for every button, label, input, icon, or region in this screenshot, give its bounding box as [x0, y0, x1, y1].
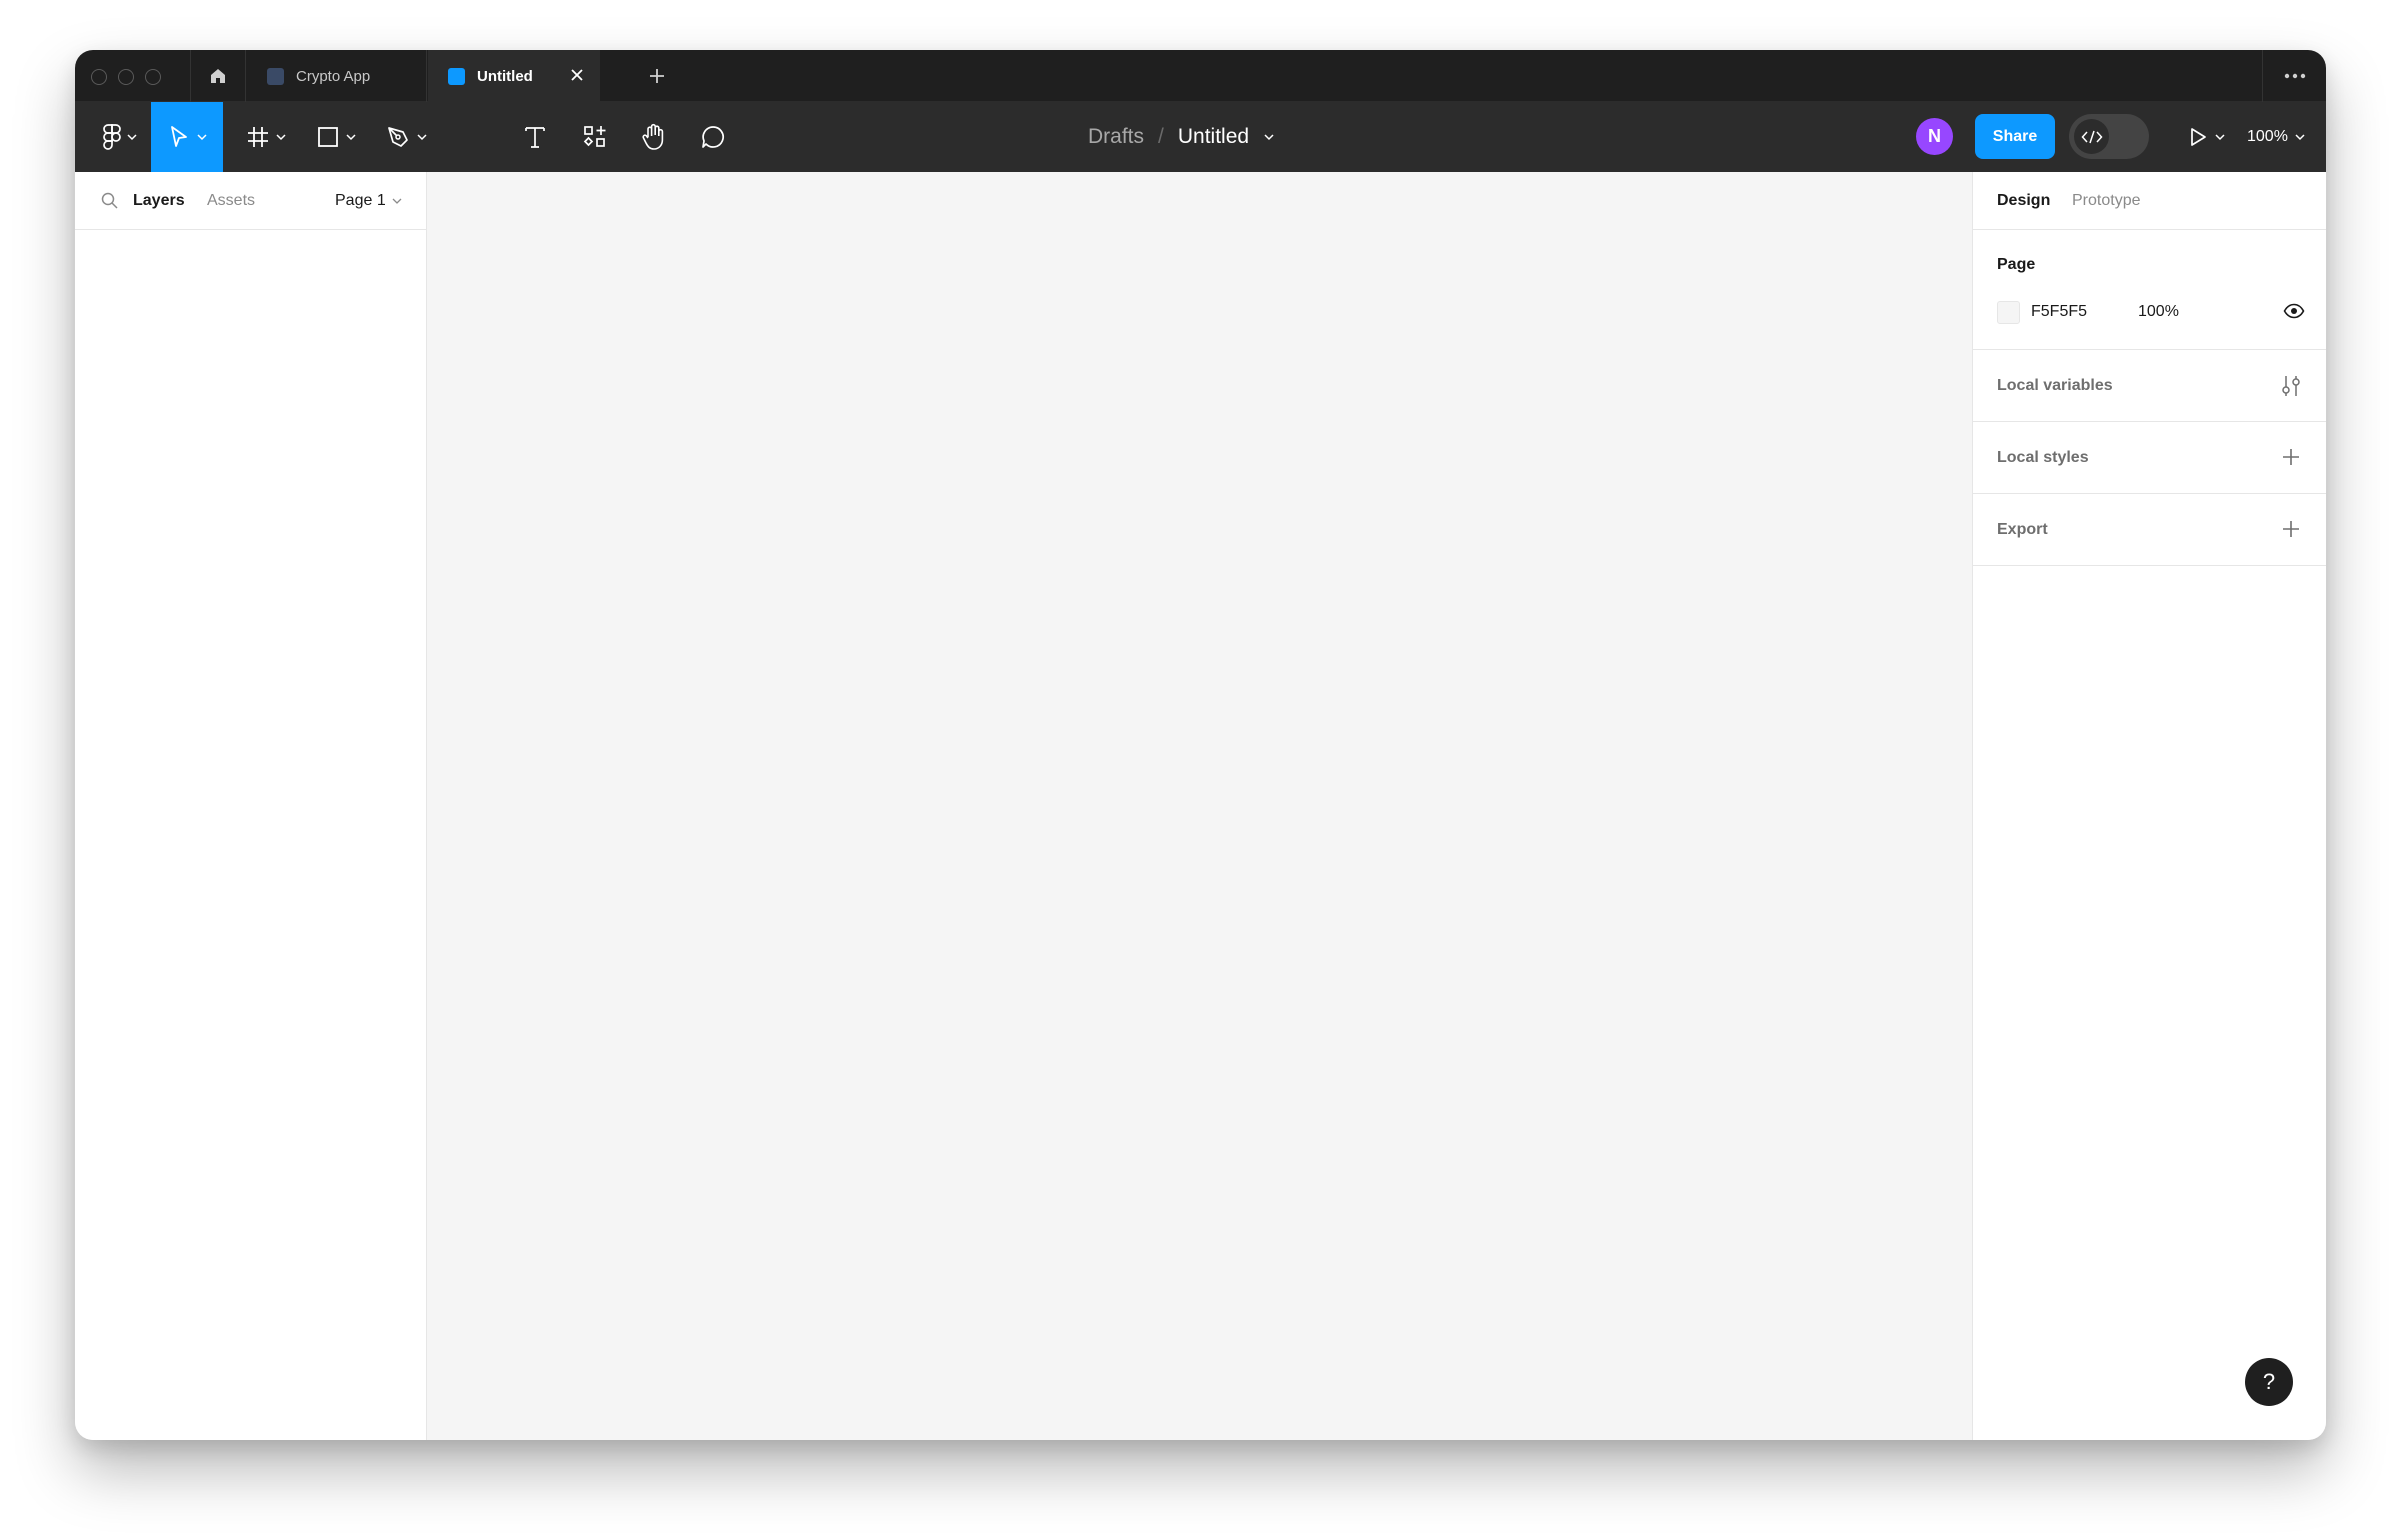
- chevron-down-icon[interactable]: [1263, 133, 1275, 141]
- file-title[interactable]: Untitled: [1178, 125, 1249, 149]
- tab-assets[interactable]: Assets: [207, 192, 255, 210]
- file-icon: [448, 67, 465, 85]
- maximize-window-button[interactable]: [145, 69, 161, 85]
- plus-icon[interactable]: [2280, 518, 2302, 540]
- components-icon: [583, 126, 606, 147]
- design-panel-header: Design Prototype: [1973, 172, 2326, 230]
- comment-icon: [702, 126, 724, 148]
- chevron-down-icon: [346, 134, 356, 141]
- plus-icon[interactable]: [2280, 446, 2302, 468]
- zoom-dropdown[interactable]: 100%: [2247, 102, 2305, 172]
- tab-bar: Crypto App Untitled: [75, 50, 2326, 102]
- main-menu-button[interactable]: [89, 102, 151, 172]
- chevron-down-icon: [417, 134, 427, 141]
- cursor-arrow-icon: [171, 126, 187, 147]
- home-icon: [211, 69, 225, 83]
- more-menu-button[interactable]: [2262, 50, 2326, 102]
- home-button[interactable]: [190, 50, 246, 102]
- canvas[interactable]: [427, 172, 1973, 1440]
- layers-panel-header: Layers Assets Page 1: [75, 172, 426, 230]
- file-icon: [267, 67, 284, 85]
- resources-tool-button[interactable]: [565, 102, 625, 172]
- tab-layers[interactable]: Layers: [133, 192, 185, 210]
- chevron-down-icon: [2215, 134, 2225, 141]
- local-variables-section[interactable]: Local variables: [1973, 350, 2326, 422]
- shape-tool-button[interactable]: [305, 102, 367, 172]
- page-section-title: Page: [1997, 256, 2036, 273]
- move-tool-button[interactable]: [151, 102, 223, 172]
- close-icon[interactable]: [568, 66, 586, 84]
- design-panel: Design Prototype Page F5F5F5 100% Local …: [1972, 172, 2326, 1440]
- share-button[interactable]: Share: [1975, 114, 2055, 159]
- tab-prototype[interactable]: Prototype: [2072, 192, 2140, 210]
- window-controls: [91, 69, 161, 85]
- page-section: Page F5F5F5 100%: [1973, 230, 2326, 350]
- page-selector-label: Page 1: [335, 192, 386, 209]
- text-tool-button[interactable]: [505, 102, 565, 172]
- breadcrumb-drafts[interactable]: Drafts: [1088, 125, 1144, 149]
- breadcrumb: Drafts / Untitled: [1088, 102, 1275, 172]
- export-label: Export: [1997, 521, 2048, 538]
- avatar[interactable]: N: [1916, 118, 1953, 155]
- page-selector[interactable]: Page 1: [335, 192, 402, 210]
- tab-crypto-app[interactable]: Crypto App: [247, 50, 427, 102]
- chevron-down-icon: [392, 198, 402, 204]
- local-styles-section[interactable]: Local styles: [1973, 422, 2326, 494]
- play-icon: [2191, 128, 2206, 146]
- rectangle-icon: [318, 127, 338, 147]
- toggle-knob: [2074, 119, 2109, 154]
- chevron-down-icon: [127, 134, 137, 141]
- local-styles-label: Local styles: [1997, 449, 2089, 466]
- page-color-hex[interactable]: F5F5F5: [2031, 303, 2087, 321]
- tab-label: Crypto App: [296, 67, 371, 85]
- tab-untitled[interactable]: Untitled: [428, 50, 600, 102]
- comment-tool-button[interactable]: [683, 102, 743, 172]
- breadcrumb-separator: /: [1158, 125, 1164, 148]
- export-section[interactable]: Export: [1973, 494, 2326, 566]
- search-icon[interactable]: [100, 191, 120, 211]
- page-color-swatch[interactable]: [1997, 301, 2020, 324]
- eye-icon[interactable]: [2283, 303, 2305, 319]
- page-color-opacity[interactable]: 100%: [2138, 303, 2179, 321]
- present-button[interactable]: [2175, 102, 2237, 172]
- figma-logo-icon: [103, 124, 121, 150]
- chevron-down-icon: [197, 134, 207, 141]
- dev-mode-toggle[interactable]: [2069, 114, 2149, 159]
- hash-frame-icon: [248, 127, 268, 147]
- plus-icon[interactable]: [645, 64, 669, 88]
- hand-tool-button[interactable]: [624, 102, 684, 172]
- zoom-value: 100%: [2247, 128, 2288, 145]
- toolbar: Drafts / Untitled N Share 100%: [75, 102, 2326, 172]
- chevron-down-icon: [276, 134, 286, 141]
- help-button[interactable]: ?: [2245, 1358, 2293, 1406]
- pen-nib-icon: [388, 127, 408, 147]
- minimize-window-button[interactable]: [118, 69, 134, 85]
- local-variables-label: Local variables: [1997, 377, 2113, 394]
- close-window-button[interactable]: [91, 69, 107, 85]
- tab-label: Untitled: [477, 67, 533, 85]
- chevron-down-icon: [2295, 134, 2305, 141]
- more-horizontal-icon: [2284, 73, 2305, 79]
- tab-design[interactable]: Design: [1997, 192, 2050, 210]
- frame-tool-button[interactable]: [235, 102, 297, 172]
- hand-icon: [642, 123, 664, 150]
- sliders-icon[interactable]: [2280, 374, 2302, 398]
- text-icon: [525, 127, 545, 148]
- pen-tool-button[interactable]: [375, 102, 437, 172]
- code-icon: [2080, 130, 2103, 143]
- app-window: Crypto App Untitled Drafts / Untitled N …: [75, 50, 2326, 1440]
- layers-panel: Layers Assets Page 1: [75, 172, 427, 1440]
